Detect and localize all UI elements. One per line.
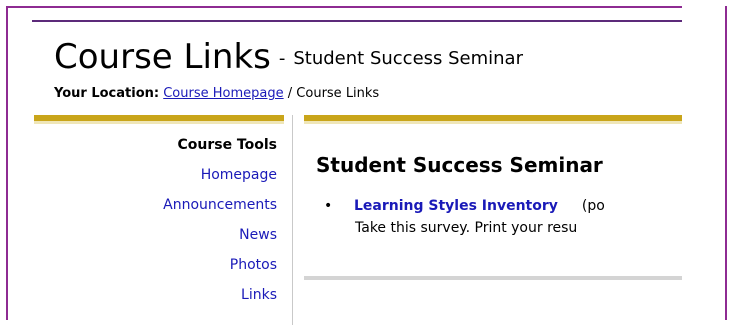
sidebar-item-homepage[interactable]: Homepage (60, 167, 277, 197)
title-separator: - (278, 48, 286, 69)
breadcrumb-current: Course Links (296, 86, 380, 101)
link-note: (po (581, 198, 605, 214)
page-title: Course Links - Student Success Seminar (54, 37, 523, 79)
right-crop-area (682, 0, 741, 325)
frame-right-border-overlay (725, 6, 727, 320)
sidebar-item-photos[interactable]: Photos (60, 257, 277, 287)
bullet: • (324, 198, 333, 214)
sidebar-item-news[interactable]: News (60, 227, 277, 257)
sidebar-item-announcements[interactable]: Announcements (60, 197, 277, 227)
sidebar-top-bar (34, 115, 284, 124)
link-description: Take this survey. Print your resu (355, 220, 578, 236)
breadcrumb: Your Location: Course Homepage / Course … (54, 86, 379, 101)
sidebar-nav: Course Tools Homepage Announcements News… (60, 137, 277, 317)
learning-styles-link[interactable]: Learning Styles Inventory (354, 198, 558, 214)
sidebar-item-links[interactable]: Links (60, 287, 277, 317)
page-subtitle: Student Success Seminar (293, 48, 523, 69)
column-divider (292, 115, 293, 325)
content-bottom-rule (304, 276, 682, 280)
top-rule (32, 20, 682, 22)
content-top-bar (304, 115, 682, 124)
sidebar-heading: Course Tools (177, 137, 277, 153)
breadcrumb-divider: / (287, 86, 293, 101)
section-title: Student Success Seminar (316, 153, 603, 177)
list-item: • Learning Styles Inventory (po (324, 198, 605, 214)
page-title-text: Course Links (54, 37, 271, 77)
breadcrumb-home-link[interactable]: Course Homepage (163, 86, 283, 101)
breadcrumb-label: Your Location: (54, 86, 160, 101)
